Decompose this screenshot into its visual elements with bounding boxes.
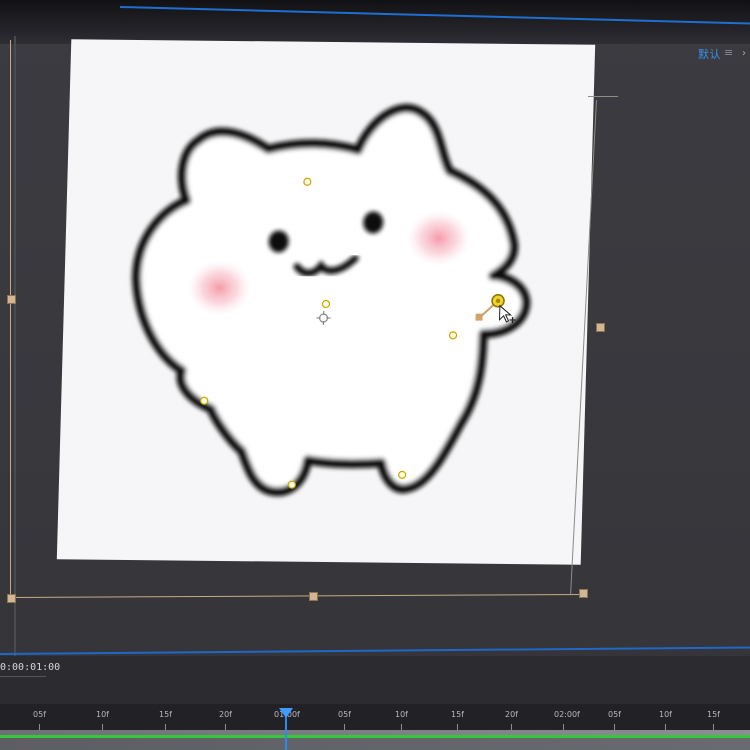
puppet-pin-icon[interactable] bbox=[321, 299, 331, 309]
transform-handle-right[interactable] bbox=[596, 323, 605, 332]
screen: 默认 ≡ › 0:00:01:00 05f 10f 15f 20f 05f 10… bbox=[0, 0, 750, 750]
puppet-pin-icon[interactable] bbox=[200, 396, 209, 405]
ruler-label: 10f bbox=[96, 710, 109, 719]
ruler-label: 05f bbox=[33, 710, 46, 719]
puppet-pin-icon[interactable] bbox=[303, 177, 312, 186]
ruler-label: 02:00f bbox=[554, 710, 580, 719]
current-time-display[interactable]: 0:00:01:00 bbox=[0, 662, 60, 676]
transform-handle-bottom-left[interactable] bbox=[7, 594, 16, 603]
cat-artwork bbox=[132, 103, 531, 497]
transform-handle-left[interactable] bbox=[7, 295, 16, 304]
transform-handle-bottom[interactable] bbox=[309, 592, 318, 601]
ruler-label: 10f bbox=[659, 710, 672, 719]
puppet-pin-icon[interactable] bbox=[398, 470, 407, 479]
ruler-label: 05f bbox=[608, 710, 621, 719]
composition-canvas[interactable] bbox=[56, 39, 596, 565]
ruler-label: 15f bbox=[451, 710, 464, 719]
header-accent-line bbox=[119, 6, 750, 25]
layer-bounds-top-right[interactable] bbox=[588, 96, 618, 97]
layer-bounds-bottom[interactable] bbox=[9, 594, 582, 598]
puppet-pin-icon[interactable] bbox=[448, 331, 458, 340]
puppet-pin-icon[interactable] bbox=[287, 480, 296, 489]
ruler-label: 15f bbox=[707, 710, 720, 719]
ruler-label: 05f bbox=[338, 710, 351, 719]
layer-bounds-left[interactable] bbox=[10, 40, 11, 598]
composition-viewer[interactable] bbox=[7, 39, 750, 660]
ruler-label: 10f bbox=[395, 710, 408, 719]
transform-handle-bottom-right[interactable] bbox=[579, 589, 588, 598]
app-header bbox=[0, 0, 750, 44]
playhead-handle-icon[interactable] bbox=[279, 708, 293, 718]
ruler-label: 20f bbox=[219, 710, 232, 719]
ruler-label: 20f bbox=[505, 710, 518, 719]
layer-duration-bar[interactable] bbox=[0, 738, 750, 750]
ruler-label: 15f bbox=[159, 710, 172, 719]
